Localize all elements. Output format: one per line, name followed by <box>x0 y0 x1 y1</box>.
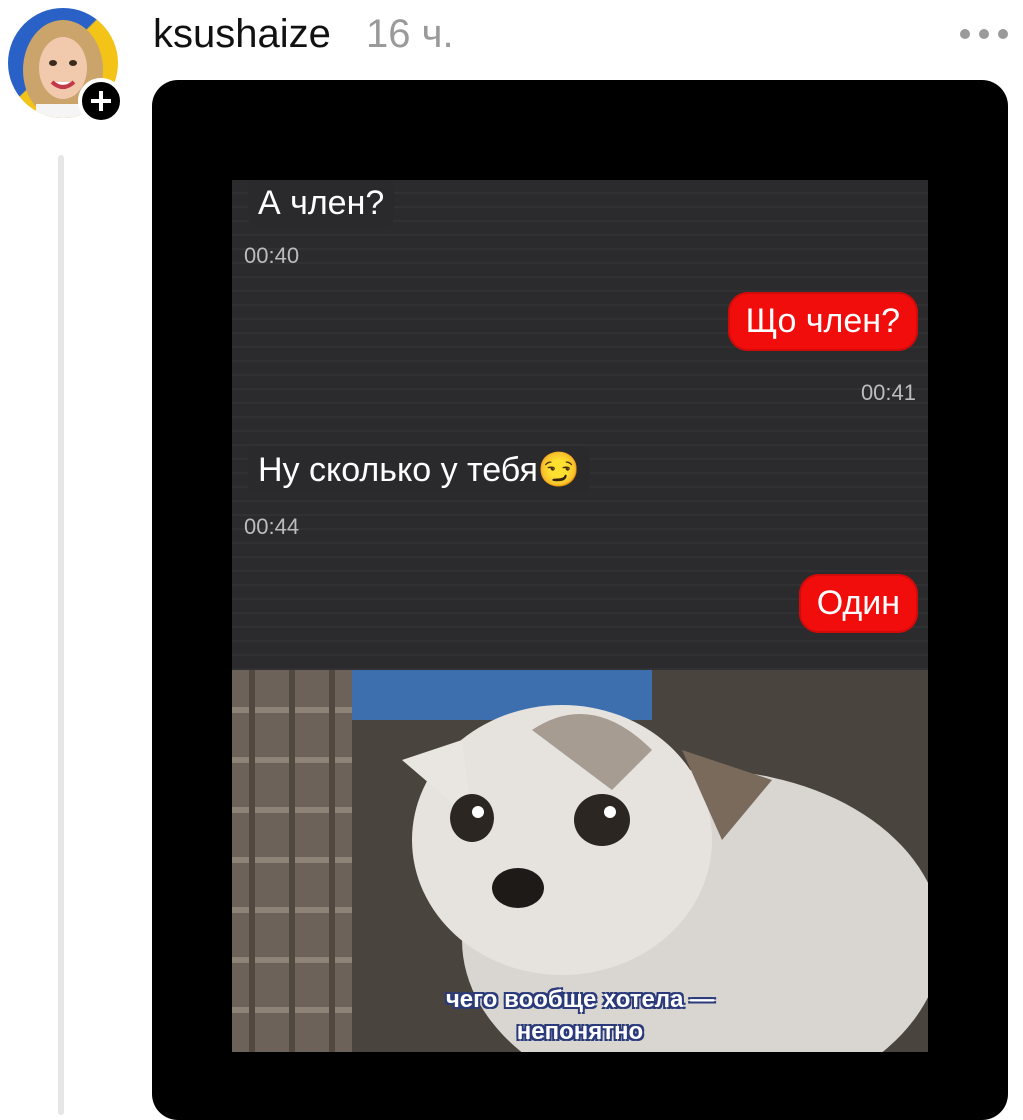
message-time: 00:44 <box>244 514 300 539</box>
post-media[interactable]: А член? 00:40 Що член? 00:41 Ну сколько … <box>152 80 1008 1120</box>
message-time: 00:41 <box>860 380 916 405</box>
more-options-button[interactable] <box>960 22 1008 46</box>
dog-meme-photo: чего вообще хотела — непонятно <box>232 670 928 1052</box>
plus-icon <box>91 91 111 111</box>
meme-caption-line2: непонятно <box>516 1018 644 1045</box>
outgoing-message: Що член? <box>727 292 918 351</box>
more-horizontal-icon <box>960 29 970 39</box>
chat-screenshot: А член? 00:40 Що член? 00:41 Ну сколько … <box>232 180 928 670</box>
username[interactable]: ksushaize <box>153 12 331 57</box>
post-time: 16 ч. <box>366 12 454 56</box>
meme-caption-line1: чего вообще хотела — <box>445 986 715 1013</box>
follow-button[interactable] <box>78 78 124 124</box>
incoming-message: Ну сколько у тебя😏 <box>248 446 591 494</box>
incoming-message: А член? <box>248 180 395 227</box>
thread-line <box>58 155 64 1115</box>
more-horizontal-icon <box>998 29 1008 39</box>
message-time: 00:40 <box>244 243 300 268</box>
more-horizontal-icon <box>979 29 989 39</box>
outgoing-message: Один <box>798 574 918 633</box>
